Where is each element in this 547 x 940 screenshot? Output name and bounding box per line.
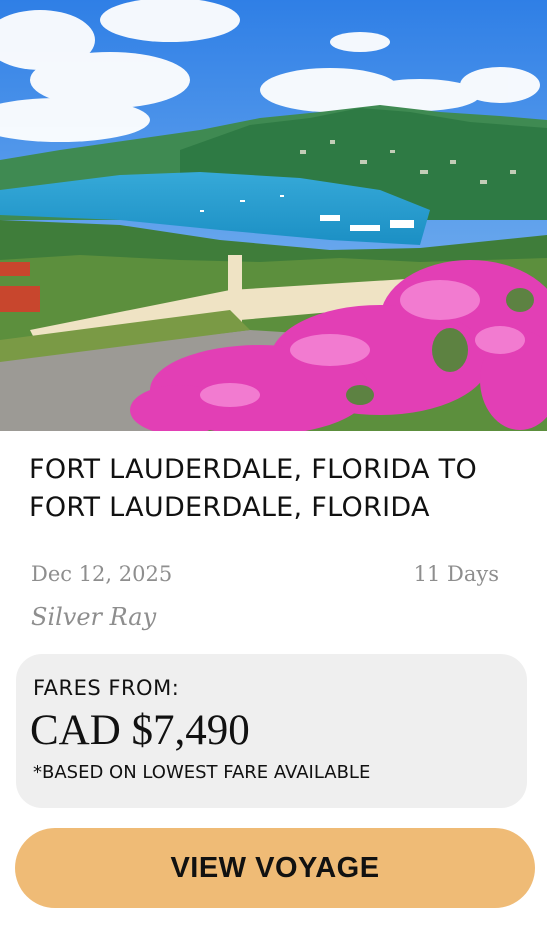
ship-name: Silver Ray — [31, 603, 157, 631]
hero-image — [0, 0, 547, 431]
voyage-duration: 11 Days — [413, 562, 499, 586]
voyage-date: Dec 12, 2025 — [31, 562, 173, 586]
fare-note: *BASED ON LOWEST FARE AVAILABLE — [33, 762, 371, 783]
voyage-title: FORT LAUDERDALE, FLORIDA TO FORT LAUDERD… — [29, 454, 478, 523]
fare-box: FARES FROM: CAD $7,490 *BASED ON LOWEST … — [16, 654, 527, 808]
view-voyage-button[interactable]: VIEW VOYAGE — [15, 828, 535, 908]
fare-label: FARES FROM: — [33, 676, 180, 700]
fare-price: CAD $7,490 — [30, 707, 250, 754]
